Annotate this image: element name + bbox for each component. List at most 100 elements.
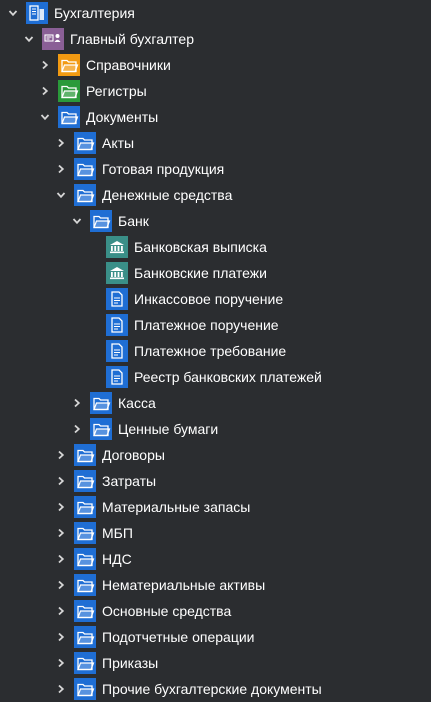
tree-item-20[interactable]: МБП	[0, 520, 431, 546]
tree-item-14[interactable]: Реестр банковских платежей	[0, 364, 431, 390]
tree-item-label: МБП	[102, 525, 133, 541]
folder-blue-icon	[74, 626, 96, 648]
tree-item-label: Приказы	[102, 655, 159, 671]
tree-item-11[interactable]: Инкассовое поручение	[0, 286, 431, 312]
tree-item-18[interactable]: Затраты	[0, 468, 431, 494]
tree-item-0[interactable]: Бухгалтерия	[0, 0, 431, 26]
tree-item-7[interactable]: Денежные средства	[0, 182, 431, 208]
folder-blue-icon	[74, 548, 96, 570]
folder-blue-icon	[90, 210, 112, 232]
tree-item-label: Платежное поручение	[134, 317, 279, 333]
folder-blue-icon	[58, 106, 80, 128]
folder-blue-icon	[74, 522, 96, 544]
tree-item-label: Банк	[118, 213, 149, 229]
bank-icon	[106, 262, 128, 284]
tree-item-label: Нематериальные активы	[102, 577, 266, 593]
tree-item-10[interactable]: Банковские платежи	[0, 260, 431, 286]
chevron-down-icon[interactable]	[56, 190, 66, 200]
folder-blue-icon	[74, 574, 96, 596]
chevron-right-icon[interactable]	[56, 580, 66, 590]
tree-item-label: Регистры	[86, 83, 147, 99]
tree-item-label: Платежное требование	[134, 343, 287, 359]
folder-green-icon	[58, 80, 80, 102]
tree-item-24[interactable]: Подотчетные операции	[0, 624, 431, 650]
folder-blue-icon	[74, 444, 96, 466]
chevron-right-icon[interactable]	[56, 138, 66, 148]
tree-item-17[interactable]: Договоры	[0, 442, 431, 468]
tree-item-label: Справочники	[86, 57, 171, 73]
chevron-right-icon[interactable]	[72, 398, 82, 408]
tree-item-label: Подотчетные операции	[102, 629, 255, 645]
tree-item-3[interactable]: Регистры	[0, 78, 431, 104]
chevron-right-icon[interactable]	[56, 476, 66, 486]
tree-item-12[interactable]: Платежное поручение	[0, 312, 431, 338]
tree-item-23[interactable]: Основные средства	[0, 598, 431, 624]
tree-item-label: Прочие бухгалтерские документы	[102, 681, 322, 697]
tree-item-26[interactable]: Прочие бухгалтерские документы	[0, 676, 431, 702]
tree-item-19[interactable]: Материальные запасы	[0, 494, 431, 520]
role-icon	[42, 28, 64, 50]
chevron-down-icon[interactable]	[8, 8, 18, 18]
tree-item-label: Затраты	[102, 473, 157, 489]
tree-item-16[interactable]: Ценные бумаги	[0, 416, 431, 442]
chevron-right-icon[interactable]	[56, 502, 66, 512]
tree-item-15[interactable]: Касса	[0, 390, 431, 416]
tree-item-4[interactable]: Документы	[0, 104, 431, 130]
chevron-right-icon[interactable]	[56, 632, 66, 642]
tree-item-6[interactable]: Готовая продукция	[0, 156, 431, 182]
chevron-right-icon[interactable]	[56, 528, 66, 538]
chevron-down-icon[interactable]	[24, 34, 34, 44]
chevron-right-icon[interactable]	[56, 554, 66, 564]
tree-item-2[interactable]: Справочники	[0, 52, 431, 78]
app-icon	[26, 2, 48, 24]
tree-item-label: Банковские платежи	[134, 265, 267, 281]
chevron-right-icon[interactable]	[56, 450, 66, 460]
folder-blue-icon	[74, 496, 96, 518]
tree-item-label: Главный бухгалтер	[70, 31, 194, 47]
tree-item-5[interactable]: Акты	[0, 130, 431, 156]
tree-item-21[interactable]: НДС	[0, 546, 431, 572]
chevron-right-icon[interactable]	[72, 424, 82, 434]
tree-item-9[interactable]: Банковская выписка	[0, 234, 431, 260]
tree-item-label: Реестр банковских платежей	[134, 369, 322, 385]
tree-item-1[interactable]: Главный бухгалтер	[0, 26, 431, 52]
folder-blue-icon	[74, 652, 96, 674]
tree-item-label: Ценные бумаги	[118, 421, 219, 437]
chevron-down-icon[interactable]	[72, 216, 82, 226]
tree-item-8[interactable]: Банк	[0, 208, 431, 234]
chevron-down-icon[interactable]	[40, 112, 50, 122]
tree-item-13[interactable]: Платежное требование	[0, 338, 431, 364]
tree-item-label: Денежные средства	[102, 187, 233, 203]
tree-item-label: Документы	[86, 109, 159, 125]
bank-icon	[106, 236, 128, 258]
document-icon	[106, 314, 128, 336]
tree-item-label: Готовая продукция	[102, 161, 225, 177]
chevron-right-icon[interactable]	[56, 164, 66, 174]
folder-blue-icon	[74, 470, 96, 492]
document-icon	[106, 366, 128, 388]
folder-blue-icon	[90, 392, 112, 414]
tree-item-label: Основные средства	[102, 603, 232, 619]
chevron-right-icon[interactable]	[56, 606, 66, 616]
chevron-right-icon[interactable]	[56, 684, 66, 694]
folder-blue-icon	[74, 158, 96, 180]
tree-item-label: Касса	[118, 395, 156, 411]
folder-blue-icon	[90, 418, 112, 440]
chevron-right-icon[interactable]	[56, 658, 66, 668]
tree-item-label: НДС	[102, 551, 132, 567]
tree-item-label: Материальные запасы	[102, 499, 251, 515]
tree-item-22[interactable]: Нематериальные активы	[0, 572, 431, 598]
folder-orange-icon	[58, 54, 80, 76]
folder-blue-icon	[74, 184, 96, 206]
folder-blue-icon	[74, 600, 96, 622]
chevron-right-icon[interactable]	[40, 60, 50, 70]
chevron-right-icon[interactable]	[40, 86, 50, 96]
tree-item-25[interactable]: Приказы	[0, 650, 431, 676]
tree-item-label: Банковская выписка	[134, 239, 267, 255]
